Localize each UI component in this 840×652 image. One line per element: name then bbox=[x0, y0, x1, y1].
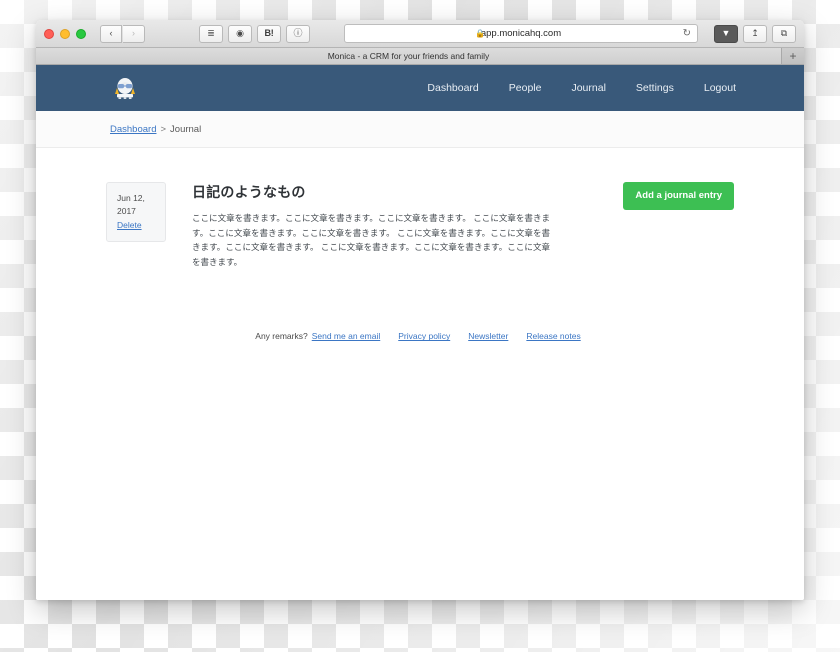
entry-body: 日記のようなもの ここに文章を書きます。ここに文章を書きます。ここに文章を書きま… bbox=[166, 182, 550, 269]
monica-logo-icon[interactable] bbox=[110, 73, 140, 103]
entry-date-line1: Jun 12, bbox=[117, 193, 145, 203]
entry-text: ここに文章を書きます。ここに文章を書きます。ここに文章を書きます。 ここに文章を… bbox=[192, 213, 550, 267]
toolbar-right-buttons: ▼ ↥ ⧉ bbox=[714, 24, 796, 43]
breadcrumb-dashboard[interactable]: Dashboard bbox=[110, 124, 156, 135]
app-nav-links: Dashboard People Journal Settings Logout bbox=[427, 82, 736, 94]
entry-title: 日記のようなもの bbox=[192, 184, 306, 200]
entry-date-card: Jun 12, 2017 Delete bbox=[106, 182, 166, 243]
camera-icon[interactable]: ◉ bbox=[228, 24, 252, 43]
footer-link-privacy[interactable]: Privacy policy bbox=[398, 331, 450, 341]
forward-icon[interactable]: › bbox=[123, 24, 145, 43]
extension-buttons: ≣ ◉ B! ⓘ bbox=[199, 24, 310, 43]
tab-bar: Monica - a CRM for your friends and fami… bbox=[36, 48, 804, 65]
journal-content: Add a journal entry Jun 12, 2017 Delete … bbox=[36, 148, 804, 361]
hatena-bookmark-icon[interactable]: B! bbox=[257, 24, 281, 43]
footer-link-release-notes[interactable]: Release notes bbox=[526, 331, 580, 341]
url-text: app.monicahq.com bbox=[480, 28, 562, 39]
address-bar[interactable]: 🔒 app.monicahq.com ↻ bbox=[344, 24, 698, 43]
share-icon[interactable]: ↥ bbox=[743, 24, 767, 43]
pocket-layers-icon[interactable]: ≣ bbox=[199, 24, 223, 43]
nav-item-settings[interactable]: Settings bbox=[636, 82, 674, 94]
new-tab-button[interactable]: + bbox=[782, 48, 804, 64]
page-viewport: Dashboard People Journal Settings Logout… bbox=[36, 65, 804, 600]
back-icon[interactable]: ‹ bbox=[100, 24, 122, 43]
show-tabs-icon[interactable]: ⧉ bbox=[772, 24, 796, 43]
browser-window: ‹ › ≣ ◉ B! ⓘ 🔒 app.monicahq.com ↻ ▼ ↥ ⧉ … bbox=[36, 20, 804, 600]
nav-item-logout[interactable]: Logout bbox=[704, 82, 736, 94]
nav-item-dashboard[interactable]: Dashboard bbox=[427, 82, 478, 94]
nav-item-journal[interactable]: Journal bbox=[571, 82, 605, 94]
delete-entry-link[interactable]: Delete bbox=[117, 219, 157, 232]
minimize-window-button[interactable] bbox=[60, 28, 70, 39]
nav-item-people[interactable]: People bbox=[509, 82, 542, 94]
downloads-icon[interactable]: ▼ bbox=[714, 24, 738, 43]
browser-tab[interactable]: Monica - a CRM for your friends and fami… bbox=[36, 48, 782, 64]
footer-link-email[interactable]: Send me an email bbox=[312, 331, 381, 341]
breadcrumb-separator: > bbox=[160, 124, 167, 135]
page-footer: Any remarks? Send me an email Privacy poli… bbox=[106, 331, 730, 361]
footer-link-newsletter[interactable]: Newsletter bbox=[468, 331, 508, 341]
add-journal-entry-button[interactable]: Add a journal entry bbox=[623, 182, 734, 210]
browser-toolbar: ‹ › ≣ ◉ B! ⓘ 🔒 app.monicahq.com ↻ ▼ ↥ ⧉ bbox=[36, 20, 804, 48]
zoom-window-button[interactable] bbox=[76, 28, 86, 39]
reload-icon[interactable]: ↻ bbox=[683, 28, 691, 39]
navigation-buttons: ‹ › bbox=[100, 24, 145, 43]
info-circle-icon[interactable]: ⓘ bbox=[286, 24, 310, 43]
window-controls bbox=[44, 28, 86, 39]
close-window-button[interactable] bbox=[44, 28, 54, 39]
breadcrumb-current: Journal bbox=[170, 124, 202, 135]
footer-remarks-label: Any remarks? bbox=[255, 331, 308, 342]
entry-date-line2: 2017 bbox=[117, 205, 136, 216]
lock-icon: 🔒 bbox=[475, 29, 485, 38]
app-navbar: Dashboard People Journal Settings Logout bbox=[36, 65, 804, 111]
breadcrumb: Dashboard > Journal bbox=[36, 111, 804, 148]
